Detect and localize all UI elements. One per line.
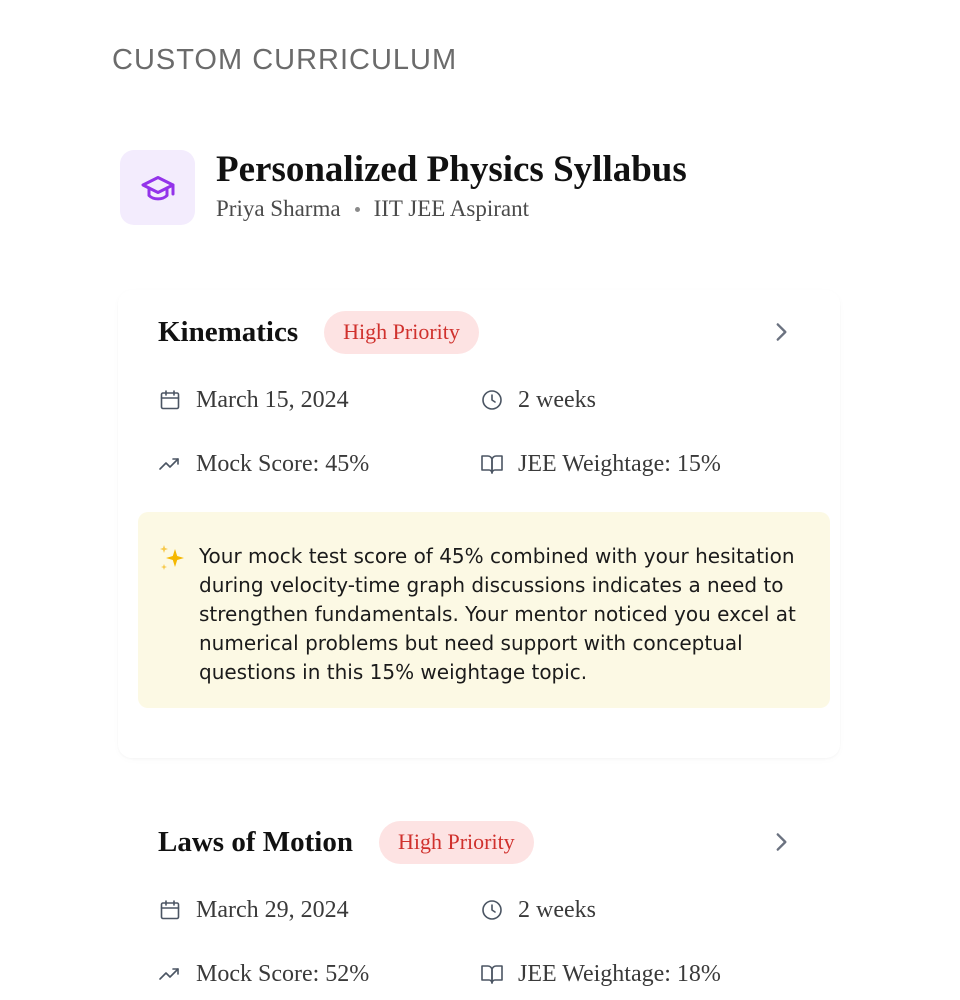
calendar-icon <box>160 900 180 920</box>
student-info: Priya Sharma IIT JEE Aspirant <box>216 196 687 222</box>
ai-insight-box: Your mock test score of 45% combined wit… <box>138 512 830 708</box>
separator-dot <box>354 206 360 212</box>
student-goal: IIT JEE Aspirant <box>373 196 530 221</box>
topic-meta: March 15, 2024 2 weeks Mock Score: 45% J… <box>158 380 778 508</box>
topic-duration: 2 weeks <box>480 890 596 930</box>
topic-date: March 29, 2024 <box>158 890 480 930</box>
book-open-icon <box>481 455 503 474</box>
chevron-right-icon[interactable] <box>768 319 794 345</box>
section-label: CUSTOM CURRICULUM <box>112 44 458 76</box>
topic-card-header: Laws of Motion High Priority <box>158 820 800 864</box>
student-name: Priya Sharma <box>216 196 341 221</box>
sparkles-icon <box>160 545 184 570</box>
topic-title: Kinematics <box>158 315 299 348</box>
trending-up-icon <box>159 968 179 980</box>
topic-duration: 2 weeks <box>480 380 596 420</box>
topic-card-header: Kinematics High Priority <box>158 310 800 354</box>
trending-up-icon <box>159 458 179 470</box>
weightage-value: JEE Weightage: 18% <box>518 960 721 987</box>
clock-icon <box>482 390 502 410</box>
priority-badge: High Priority <box>378 820 534 864</box>
topic-card-laws-of-motion[interactable]: Laws of Motion High Priority March 29, 2… <box>118 800 840 1000</box>
syllabus-badge <box>120 150 195 225</box>
topic-weightage: JEE Weightage: 18% <box>480 954 721 994</box>
book-open-icon <box>481 965 503 984</box>
syllabus-header: Personalized Physics Syllabus Priya Shar… <box>120 150 687 225</box>
date-value: March 29, 2024 <box>196 896 349 923</box>
date-value: March 15, 2024 <box>196 386 349 413</box>
duration-value: 2 weeks <box>518 896 596 923</box>
clock-icon <box>482 900 502 920</box>
mock-score-value: Mock Score: 45% <box>196 450 370 477</box>
topic-mock-score: Mock Score: 45% <box>158 444 480 484</box>
topic-card-kinematics[interactable]: Kinematics High Priority March 15, 2024 … <box>118 290 840 758</box>
insight-text: Your mock test score of 45% combined wit… <box>199 544 796 684</box>
mock-score-value: Mock Score: 52% <box>196 960 370 987</box>
priority-badge: High Priority <box>324 310 479 354</box>
topic-meta: March 29, 2024 2 weeks Mock Score: 52% J… <box>158 890 778 1000</box>
graduation-cap-icon <box>141 175 174 200</box>
calendar-icon <box>160 390 180 410</box>
duration-value: 2 weeks <box>518 386 596 413</box>
topic-mock-score: Mock Score: 52% <box>158 954 480 994</box>
chevron-right-icon[interactable] <box>768 829 794 855</box>
page-title: Personalized Physics Syllabus <box>216 149 687 190</box>
topic-title: Laws of Motion <box>158 825 353 858</box>
weightage-value: JEE Weightage: 15% <box>518 450 721 477</box>
topic-weightage: JEE Weightage: 15% <box>480 444 721 484</box>
topic-date: March 15, 2024 <box>158 380 480 420</box>
